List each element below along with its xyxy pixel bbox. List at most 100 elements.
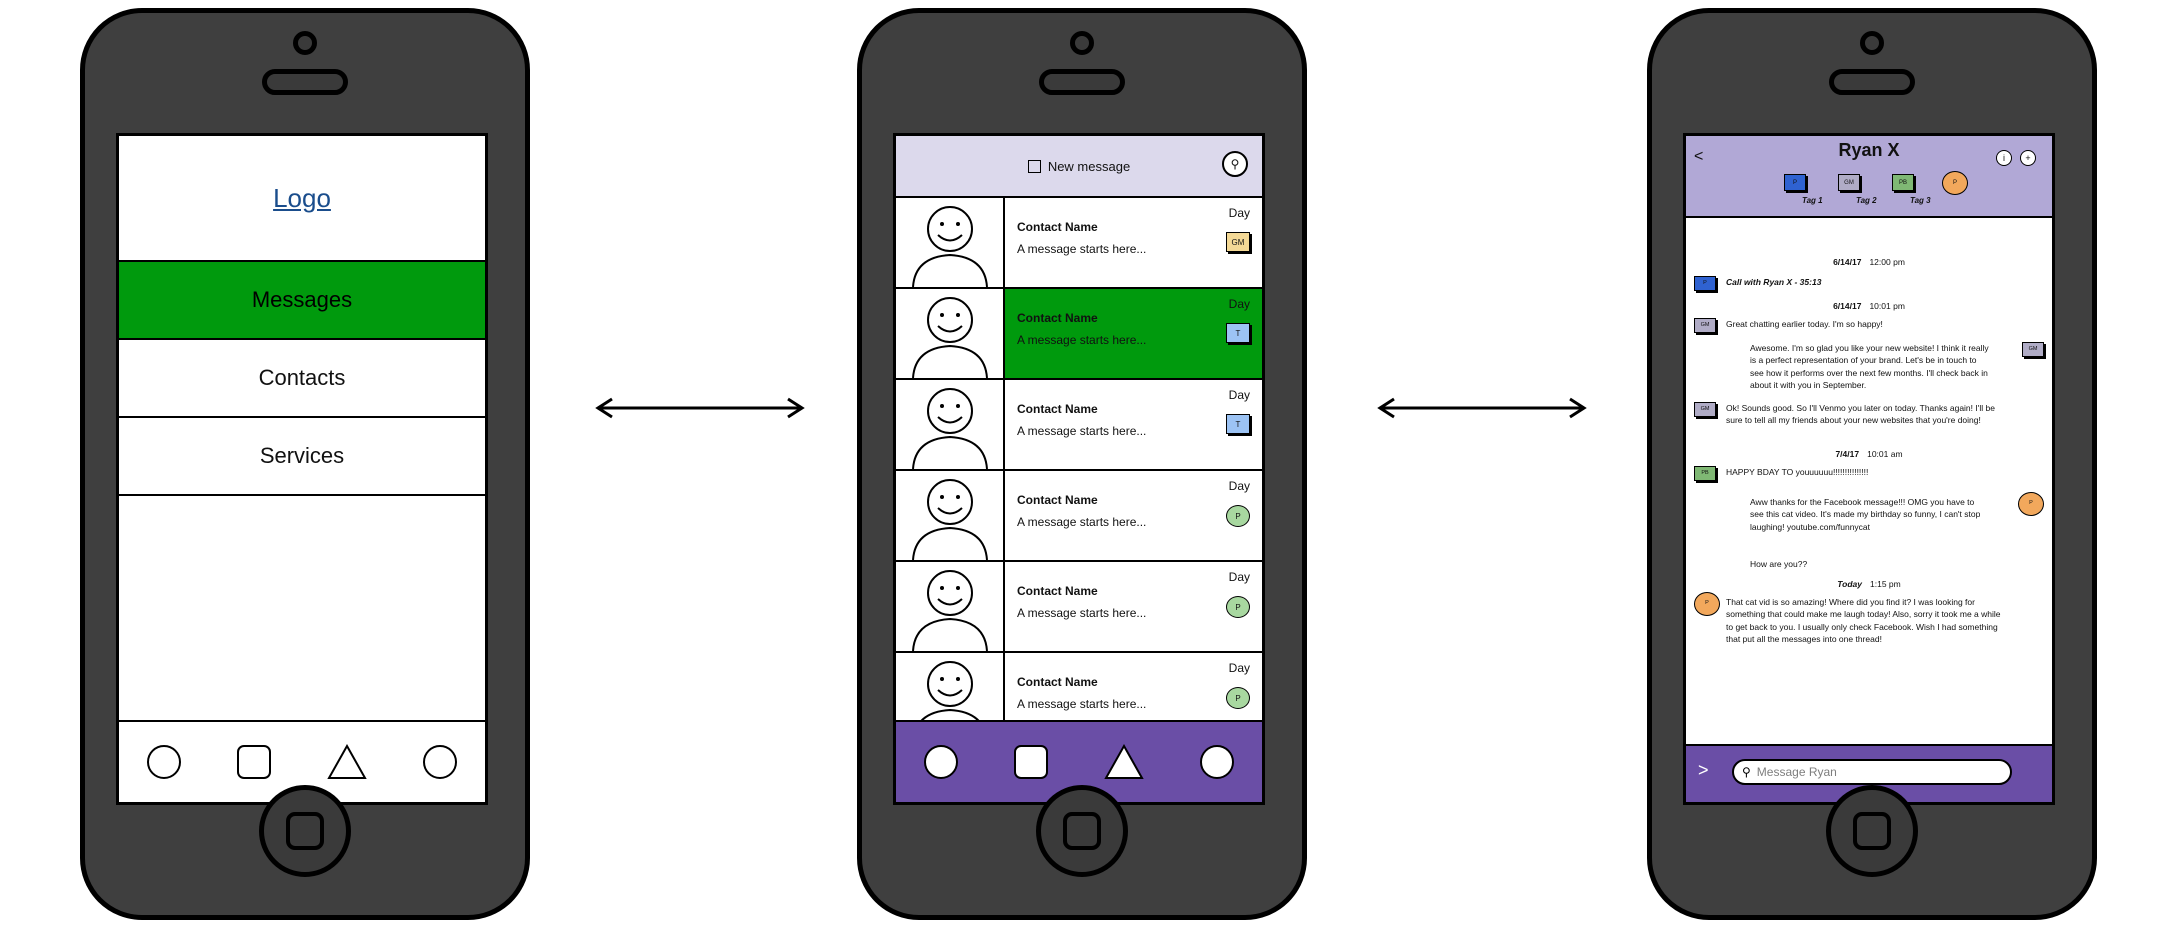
header-tag-label: Tag 3 bbox=[1910, 196, 1931, 205]
logo-area: Logo bbox=[119, 136, 485, 262]
chat-header: < Ryan X i + P GM PB P Tag 1 Tag 2 Tag 3 bbox=[1686, 136, 2052, 218]
contact-body: Contact Name A message starts here... Day T bbox=[1005, 289, 1262, 378]
timestamp-time: 12:00 pm bbox=[1869, 257, 1905, 267]
menu-item-contacts[interactable]: Contacts bbox=[119, 340, 485, 418]
phone-1: Logo Messages Contacts Services bbox=[80, 8, 530, 920]
contact-row[interactable]: Contact Name A message starts here... Day G… bbox=[896, 198, 1262, 289]
avatar bbox=[896, 198, 1005, 287]
smiley-face-icon bbox=[911, 296, 988, 378]
chat-message: Awesome. I'm so glad you like your new w… bbox=[1750, 343, 1989, 390]
timestamp: 7/4/17 10:01 am bbox=[1686, 448, 2052, 460]
contact-message-preview: A message starts here... bbox=[1017, 242, 1147, 256]
circle-icon[interactable] bbox=[423, 745, 457, 779]
contact-body: Contact Name A message starts here... Day P bbox=[1005, 562, 1262, 651]
home-button[interactable] bbox=[1826, 785, 1918, 877]
header-tag[interactable]: P bbox=[1784, 174, 1806, 191]
message-tag: P bbox=[1694, 276, 1716, 291]
contact-tag: T bbox=[1226, 414, 1250, 434]
contact-row[interactable]: Contact Name A message starts here... Day T bbox=[896, 289, 1262, 380]
message-input[interactable]: ⚲ Message Ryan bbox=[1732, 759, 2012, 785]
square-icon[interactable] bbox=[1014, 745, 1048, 779]
contact-tag: GM bbox=[1226, 232, 1250, 252]
contact-tag: P bbox=[1226, 687, 1250, 709]
speaker-icon bbox=[1829, 69, 1915, 95]
contact-name: Contact Name bbox=[1017, 220, 1098, 234]
contact-row[interactable]: Contact Name A message starts here... Day P bbox=[896, 562, 1262, 653]
circle-icon[interactable] bbox=[924, 745, 958, 779]
chat-message: How are you?? bbox=[1750, 559, 1808, 569]
timestamp-time: 10:01 am bbox=[1867, 449, 1903, 459]
new-message-checkbox[interactable] bbox=[1027, 159, 1041, 173]
contact-day: Day bbox=[1228, 661, 1250, 675]
send-button[interactable]: > bbox=[1698, 760, 1709, 781]
message-tag: GM bbox=[1694, 402, 1716, 417]
camera-icon bbox=[1070, 31, 1094, 55]
triangle-icon[interactable] bbox=[1104, 744, 1144, 780]
square-icon[interactable] bbox=[237, 745, 271, 779]
search-icon: ⚲ bbox=[1742, 765, 1751, 779]
chat-message: Great chatting earlier today. I'm so hap… bbox=[1726, 319, 1883, 329]
contact-message-preview: A message starts here... bbox=[1017, 424, 1147, 438]
contact-day: Day bbox=[1228, 570, 1250, 584]
avatar bbox=[896, 562, 1005, 651]
camera-icon bbox=[1860, 31, 1884, 55]
home-button[interactable] bbox=[259, 785, 351, 877]
double-arrow-icon bbox=[1377, 397, 1587, 419]
contact-day: Day bbox=[1228, 206, 1250, 220]
message-tag: P bbox=[1694, 592, 1720, 616]
contact-tag: T bbox=[1226, 323, 1250, 343]
contact-name: Contact Name bbox=[1017, 675, 1098, 689]
contact-message-preview: A message starts here... bbox=[1017, 333, 1147, 347]
message-tag: PB bbox=[1694, 466, 1716, 481]
contact-row[interactable]: Contact Name A message starts here... Day P bbox=[896, 471, 1262, 562]
info-icon[interactable]: i bbox=[1996, 150, 2012, 166]
timestamp-time: 1:15 pm bbox=[1870, 579, 1901, 589]
timestamp-date: 7/4/17 bbox=[1835, 449, 1860, 459]
avatar bbox=[896, 471, 1005, 560]
menu-item-messages[interactable]: Messages bbox=[119, 262, 485, 340]
logo-link[interactable]: Logo bbox=[273, 183, 331, 214]
messages-header: New message ⚲ bbox=[896, 136, 1262, 198]
timestamp-date: Today bbox=[1837, 579, 1862, 589]
header-tag[interactable]: GM bbox=[1838, 174, 1860, 191]
chat-message: Ok! Sounds good. So I'll Venmo you later… bbox=[1726, 403, 1995, 426]
timestamp: 6/14/17 10:01 pm bbox=[1686, 300, 2052, 312]
circle-icon[interactable] bbox=[147, 745, 181, 779]
new-message-label[interactable]: New message bbox=[1048, 159, 1130, 174]
contact-body: Contact Name A message starts here... Day P bbox=[1005, 471, 1262, 560]
home-screen: Logo Messages Contacts Services bbox=[116, 133, 488, 805]
add-icon[interactable]: + bbox=[2020, 150, 2036, 166]
contact-name: Contact Name bbox=[1017, 402, 1098, 416]
contact-list: Contact Name A message starts here... Day G… bbox=[896, 198, 1262, 744]
smiley-face-icon bbox=[911, 387, 988, 469]
contact-name: Contact Name bbox=[1017, 584, 1098, 598]
contact-day: Day bbox=[1228, 388, 1250, 402]
contact-day: Day bbox=[1228, 479, 1250, 493]
contact-tag: P bbox=[1226, 596, 1250, 618]
home-button[interactable] bbox=[1036, 785, 1128, 877]
triangle-icon[interactable] bbox=[327, 744, 367, 780]
header-tag[interactable]: P bbox=[1942, 171, 1968, 195]
search-icon[interactable]: ⚲ bbox=[1222, 151, 1248, 177]
contact-row[interactable]: Contact Name A message starts here... Day T bbox=[896, 380, 1262, 471]
contact-message-preview: A message starts here... bbox=[1017, 515, 1147, 529]
chat-message: HAPPY BDAY TO youuuuuu!!!!!!!!!!!!!!! bbox=[1726, 467, 1869, 477]
avatar bbox=[896, 289, 1005, 378]
double-arrow-icon bbox=[595, 397, 805, 419]
message-tag: GM bbox=[1694, 318, 1716, 333]
menu-item-services[interactable]: Services bbox=[119, 418, 485, 496]
speaker-icon bbox=[262, 69, 348, 95]
header-tag-label: Tag 1 bbox=[1802, 196, 1823, 205]
contact-message-preview: A message starts here... bbox=[1017, 697, 1147, 711]
camera-icon bbox=[293, 31, 317, 55]
phone-3: < Ryan X i + P GM PB P Tag 1 Tag 2 Tag 3 6/14/… bbox=[1647, 8, 2097, 920]
timestamp-date: 6/14/17 bbox=[1833, 301, 1862, 311]
avatar bbox=[896, 380, 1005, 469]
smiley-face-icon bbox=[911, 205, 988, 287]
circle-icon[interactable] bbox=[1200, 745, 1234, 779]
chat-screen: < Ryan X i + P GM PB P Tag 1 Tag 2 Tag 3 6/14/… bbox=[1683, 133, 2055, 805]
chat-message: That cat vid is so amazing! Where did yo… bbox=[1726, 597, 2001, 644]
timestamp-time: 10:01 pm bbox=[1869, 301, 1905, 311]
header-tag[interactable]: PB bbox=[1892, 174, 1914, 191]
timestamp: Today 1:15 pm bbox=[1686, 578, 2052, 590]
